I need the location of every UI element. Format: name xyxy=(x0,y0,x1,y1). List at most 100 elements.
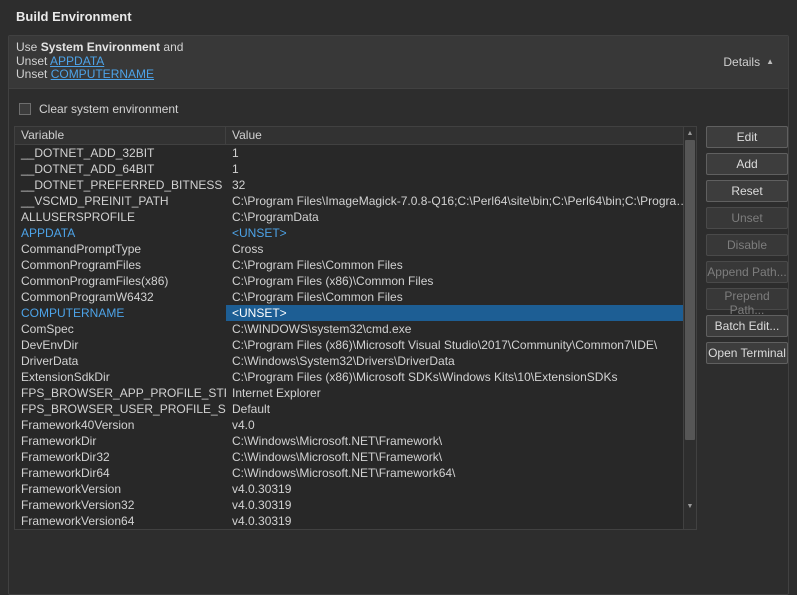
table-row[interactable]: COMPUTERNAME <UNSET> xyxy=(15,305,683,321)
table-row[interactable]: FPS_BROWSER_USER_PROFILE_STRING Default xyxy=(15,401,683,417)
table-row[interactable]: CommonProgramFiles(x86) C:\Program Files… xyxy=(15,273,683,289)
value-cell: C:\Program Files (x86)\Microsoft Visual … xyxy=(226,337,683,353)
details-summary: Use System Environment and Unset APPDATA… xyxy=(9,36,788,89)
table-row[interactable]: CommandPromptType Cross xyxy=(15,241,683,257)
summary-use-line: Use System Environment and xyxy=(16,41,780,55)
table-header: Variable Value xyxy=(15,127,696,145)
scroll-down-button[interactable]: ▼ xyxy=(684,500,696,513)
unset-button[interactable]: Unset xyxy=(706,207,788,229)
scroll-up-button[interactable]: ▲ xyxy=(684,127,696,140)
value-cell: C:\ProgramData xyxy=(226,209,683,225)
details-label: Details xyxy=(723,55,760,69)
value-cell: 32 xyxy=(226,177,683,193)
table-row[interactable]: ExtensionSdkDir C:\Program Files (x86)\M… xyxy=(15,369,683,385)
use-prefix: Use xyxy=(16,40,41,54)
open-terminal-button[interactable]: Open Terminal xyxy=(706,342,788,364)
prepend-path-button[interactable]: Prepend Path... xyxy=(706,288,788,310)
append-path-button[interactable]: Append Path... xyxy=(706,261,788,283)
variable-cell: ComSpec xyxy=(15,321,226,337)
variable-cell: ALLUSERSPROFILE xyxy=(15,209,226,225)
batch-edit-button[interactable]: Batch Edit... xyxy=(706,315,788,337)
computername-link[interactable]: COMPUTERNAME xyxy=(51,67,154,81)
table-row[interactable]: FPS_BROWSER_APP_PROFILE_STRING Internet … xyxy=(15,385,683,401)
variable-cell: FrameworkVersion64 xyxy=(15,513,226,529)
use-suffix: and xyxy=(160,40,183,54)
table-row[interactable]: FrameworkVersion32 v4.0.30319 xyxy=(15,497,683,513)
variable-cell: __VSCMD_PREINIT_PATH xyxy=(15,193,226,209)
variable-cell: __DOTNET_PREFERRED_BITNESS xyxy=(15,177,226,193)
value-cell: C:\Windows\Microsoft.NET\Framework\ xyxy=(226,449,683,465)
value-cell: Internet Explorer xyxy=(226,385,683,401)
table-row[interactable]: ComSpec C:\WINDOWS\system32\cmd.exe xyxy=(15,321,683,337)
value-cell: Cross xyxy=(226,241,683,257)
buttons-column: Edit Add Reset Unset Disable Append Path... Pr… xyxy=(706,126,788,364)
value-cell: v4.0.30319 xyxy=(226,481,683,497)
value-cell: Default xyxy=(226,401,683,417)
env-table-body: __DOTNET_ADD_32BIT 1 __DOTNET_ADD_64BIT … xyxy=(15,145,696,529)
table-row[interactable]: CommonProgramW6432 C:\Program Files\Comm… xyxy=(15,289,683,305)
scrollbar-thumb[interactable] xyxy=(685,140,695,440)
table-row[interactable]: FrameworkDir64 C:\Windows\Microsoft.NET\… xyxy=(15,465,683,481)
table-row[interactable]: ALLUSERSPROFILE C:\ProgramData xyxy=(15,209,683,225)
edit-button[interactable]: Edit xyxy=(706,126,788,148)
value-cell: C:\Windows\System32\Drivers\DriverData xyxy=(226,353,683,369)
table-row[interactable]: DevEnvDir C:\Program Files (x86)\Microso… xyxy=(15,337,683,353)
summary-unset-computername-line: Unset COMPUTERNAME xyxy=(16,68,780,82)
appdata-link[interactable]: APPDATA xyxy=(50,54,104,68)
value-cell: C:\Program Files\ImageMagick-7.0.8-Q16;C… xyxy=(226,193,683,209)
use-system-environment: System Environment xyxy=(41,40,160,54)
table-row[interactable]: FrameworkDir C:\Windows\Microsoft.NET\Fr… xyxy=(15,433,683,449)
variable-cell: ExtensionSdkDir xyxy=(15,369,226,385)
variable-cell: DriverData xyxy=(15,353,226,369)
value-cell: C:\WINDOWS\system32\cmd.exe xyxy=(226,321,683,337)
variable-cell: CommonProgramW6432 xyxy=(15,289,226,305)
value-cell: C:\Program Files\Common Files xyxy=(226,289,683,305)
value-cell: 1 xyxy=(226,145,683,161)
variable-cell: FrameworkVersion xyxy=(15,481,226,497)
table-row[interactable]: __DOTNET_ADD_32BIT 1 xyxy=(15,145,683,161)
chevron-up-icon: ▲ xyxy=(766,58,774,66)
value-cell: <UNSET> xyxy=(226,225,683,241)
table-row[interactable]: DriverData C:\Windows\System32\Drivers\D… xyxy=(15,353,683,369)
clear-system-environment-label: Clear system environment xyxy=(39,102,178,116)
variable-cell: APPDATA xyxy=(15,225,226,241)
clear-system-environment-row: Clear system environment xyxy=(19,102,788,116)
table-row[interactable]: FrameworkVersion64 v4.0.30319 xyxy=(15,513,683,529)
table-row[interactable]: CommonProgramFiles C:\Program Files\Comm… xyxy=(15,257,683,273)
variable-cell: FPS_BROWSER_APP_PROFILE_STRING xyxy=(15,385,226,401)
table-row[interactable]: Framework40Version v4.0 xyxy=(15,417,683,433)
value-cell: v4.0 xyxy=(226,417,683,433)
value-cell: C:\Windows\Microsoft.NET\Framework\ xyxy=(226,433,683,449)
variable-cell: FrameworkDir64 xyxy=(15,465,226,481)
variable-cell: FrameworkDir32 xyxy=(15,449,226,465)
table-row[interactable]: FrameworkDir32 C:\Windows\Microsoft.NET\… xyxy=(15,449,683,465)
details-toggle[interactable]: Details ▲ xyxy=(723,55,774,69)
variable-cell: __DOTNET_ADD_32BIT xyxy=(15,145,226,161)
variable-cell: Framework40Version xyxy=(15,417,226,433)
variable-cell: __DOTNET_ADD_64BIT xyxy=(15,161,226,177)
value-cell: v4.0.30319 xyxy=(226,513,683,529)
column-header-variable[interactable]: Variable xyxy=(15,127,226,144)
table-row[interactable]: __DOTNET_ADD_64BIT 1 xyxy=(15,161,683,177)
env-variable-table: Variable Value __DOTNET_ADD_32BIT 1 __DO… xyxy=(14,126,697,530)
variable-cell: COMPUTERNAME xyxy=(15,305,226,321)
variable-cell: CommonProgramFiles xyxy=(15,257,226,273)
value-cell: 1 xyxy=(226,161,683,177)
table-row[interactable]: FrameworkVersion v4.0.30319 xyxy=(15,481,683,497)
summary-unset-appdata-line: Unset APPDATA xyxy=(16,55,780,69)
details-content: Clear system environment Variable Value … xyxy=(9,89,788,530)
reset-button[interactable]: Reset xyxy=(706,180,788,202)
value-cell: C:\Program Files (x86)\Microsoft SDKs\Wi… xyxy=(226,369,683,385)
build-environment-panel: { "title": "Build Environment", "summary… xyxy=(0,0,797,537)
clear-system-environment-checkbox[interactable] xyxy=(19,103,31,115)
variable-cell: CommandPromptType xyxy=(15,241,226,257)
add-button[interactable]: Add xyxy=(706,153,788,175)
vertical-scrollbar[interactable]: ▲ ▼ xyxy=(683,127,696,529)
table-row[interactable]: APPDATA <UNSET> xyxy=(15,225,683,241)
column-header-value[interactable]: Value xyxy=(226,127,683,144)
value-cell: v4.0.30319 xyxy=(226,497,683,513)
disable-button[interactable]: Disable xyxy=(706,234,788,256)
table-row[interactable]: __VSCMD_PREINIT_PATH C:\Program Files\Im… xyxy=(15,193,683,209)
table-row[interactable]: __DOTNET_PREFERRED_BITNESS 32 xyxy=(15,177,683,193)
details-widget: Use System Environment and Unset APPDATA… xyxy=(8,35,789,595)
